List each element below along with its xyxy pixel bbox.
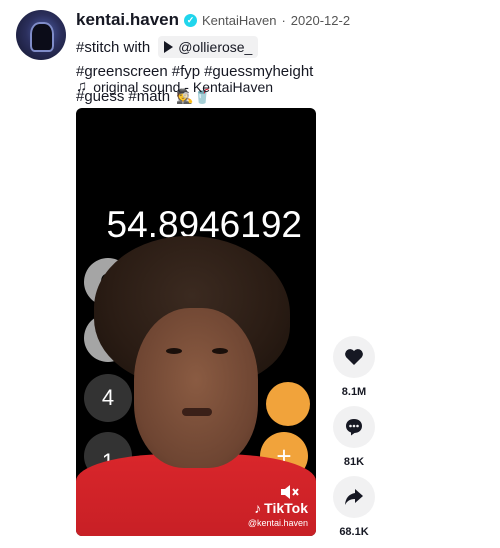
- person-eye-right: [212, 348, 228, 354]
- person-face: [134, 308, 258, 468]
- comment-action: 81K: [333, 406, 375, 468]
- tiktok-watermark: ♪ TikTok @kentai.haven: [248, 500, 308, 528]
- comment-count: 81K: [343, 456, 365, 468]
- verified-badge-icon: ✓: [184, 13, 197, 27]
- share-button[interactable]: [333, 476, 375, 518]
- heart-icon: [345, 349, 363, 365]
- avatar[interactable]: [16, 10, 66, 60]
- tiktok-logo-icon: ♪: [254, 500, 262, 516]
- share-arrow-icon: [345, 489, 363, 505]
- music-note-icon: ♫: [76, 78, 88, 95]
- tiktok-brand: TikTok: [264, 500, 308, 516]
- person-eye-left: [166, 348, 182, 354]
- person-greenscreen: [76, 108, 316, 536]
- comment-button[interactable]: [333, 406, 375, 448]
- like-action: 8.1M: [333, 336, 375, 398]
- nickname[interactable]: KentaiHaven: [202, 13, 276, 28]
- avatar-figure: [30, 22, 54, 52]
- sound-link[interactable]: ♫ original sound - KentaiHaven: [76, 78, 273, 95]
- separator: ·: [281, 12, 286, 28]
- stitch-user: @ollierose_: [178, 39, 253, 55]
- video-player[interactable]: 54.8946192 C 4 1 + ♪ TikTok @kentai.have…: [76, 108, 316, 536]
- caption: #stitch with @ollierose_ #greenscreen #fyp…: [76, 36, 486, 109]
- share-action: 68.1K: [333, 476, 375, 538]
- share-count: 68.1K: [339, 526, 369, 538]
- hashtag-stitch[interactable]: #stitch with: [76, 39, 150, 56]
- play-icon: [164, 41, 174, 53]
- post-date: 2020-12-2: [290, 12, 351, 28]
- username[interactable]: kentai.haven: [76, 10, 179, 30]
- mute-icon[interactable]: [280, 484, 300, 500]
- like-count: 8.1M: [341, 386, 367, 398]
- tiktok-logo: ♪ TikTok: [248, 500, 308, 516]
- person-mouth: [182, 408, 212, 416]
- sound-title: original sound - KentaiHaven: [93, 78, 274, 95]
- stitch-user-chip[interactable]: @ollierose_: [158, 36, 259, 58]
- like-button[interactable]: [333, 336, 375, 378]
- watermark-handle: @kentai.haven: [247, 518, 308, 528]
- author-row: kentai.haven ✓ KentaiHaven · 2020-12-2: [76, 10, 486, 30]
- comment-icon: [346, 419, 362, 436]
